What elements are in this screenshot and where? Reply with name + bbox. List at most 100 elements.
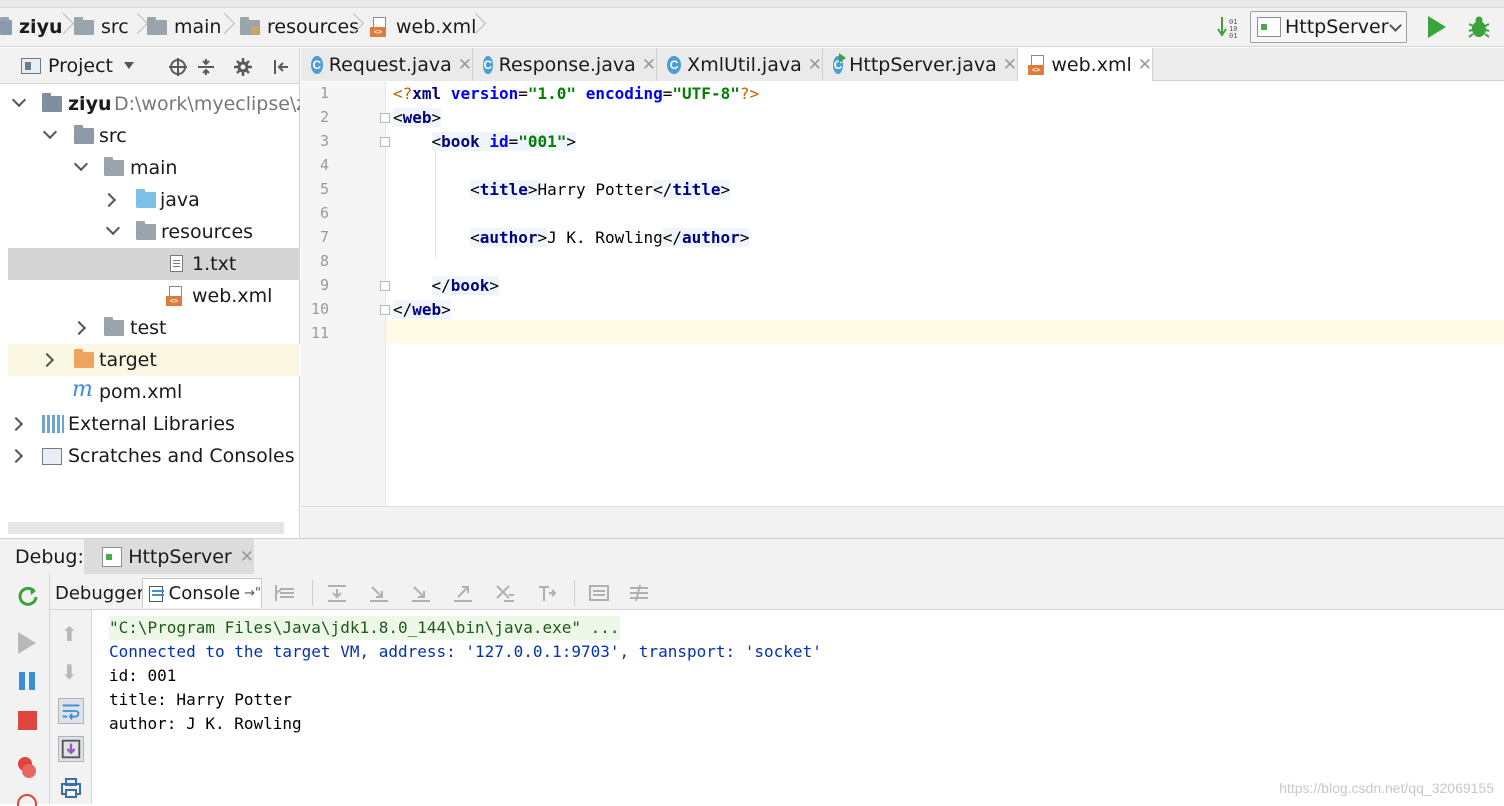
run-to-cursor-icon[interactable] <box>536 583 558 603</box>
tree-item-label: main <box>130 157 178 179</box>
chevron-down-icon[interactable] <box>105 220 121 236</box>
tree-item-web-xml[interactable]: <> web.xml <box>8 280 300 312</box>
tab-response-java[interactable]: C Response.java ✕ <box>473 48 657 81</box>
line-number: 9 <box>319 276 329 294</box>
close-icon[interactable]: ✕ <box>1138 55 1152 75</box>
chevron-down-icon[interactable] <box>73 156 89 172</box>
debug-session-tab[interactable]: HttpServer ✕ <box>84 539 254 575</box>
collapse-all-icon[interactable] <box>196 57 216 77</box>
breadcrumb-separator <box>56 12 68 42</box>
up-arrow-icon[interactable]: ⬆ <box>61 622 78 646</box>
xml-file-icon: <> <box>1028 54 1045 75</box>
resume-icon[interactable] <box>18 632 36 654</box>
folder-icon <box>104 317 124 336</box>
tree-item-label: pom.xml <box>99 381 183 403</box>
console-icon <box>149 585 164 602</box>
code-editor[interactable]: 1 2 3 4 5 6 7 8 9 10 11 <?xml version="1… <box>301 82 1504 506</box>
locate-icon[interactable] <box>168 57 188 77</box>
pause-icon[interactable] <box>19 672 35 690</box>
java-class-icon: C <box>483 55 493 74</box>
console-output[interactable]: "C:\Program Files\Java\jdk1.8.0_144\bin\… <box>93 611 1504 804</box>
java-class-icon: C <box>311 55 323 74</box>
breadcrumb-item-src[interactable]: src <box>74 14 129 40</box>
close-icon[interactable]: ✕ <box>642 55 656 75</box>
project-view-selector[interactable]: Project <box>48 55 113 77</box>
chevron-right-icon[interactable] <box>8 416 24 432</box>
horizontal-scrollbar[interactable] <box>8 522 284 534</box>
console-line-system: Connected to the target VM, address: '12… <box>109 642 822 661</box>
hide-panel-icon[interactable] <box>272 57 292 77</box>
tree-item-test[interactable]: test <box>8 312 300 344</box>
breadcrumb-item-main[interactable]: main <box>147 14 221 40</box>
tree-item-label: Scratches and Consoles <box>68 445 295 467</box>
tree-item-1-txt[interactable]: 1.txt <box>8 248 300 280</box>
run-config-icon <box>1257 17 1281 37</box>
chevron-down-icon[interactable] <box>42 124 58 140</box>
tree-item-src[interactable]: src <box>8 120 300 152</box>
drop-frame-icon[interactable] <box>494 583 516 603</box>
tree-item-main[interactable]: main <box>8 152 300 184</box>
step-out-icon[interactable] <box>452 583 474 603</box>
rerun-icon[interactable] <box>16 584 40 608</box>
fold-toggle-icon[interactable] <box>380 113 390 123</box>
breadcrumb-separator <box>217 12 229 42</box>
fold-toggle-icon[interactable] <box>380 305 390 315</box>
gear-icon[interactable] <box>233 57 253 77</box>
tab-console[interactable]: Console →" <box>142 578 262 608</box>
view-breakpoints-icon[interactable] <box>14 754 40 780</box>
chevron-right-icon[interactable] <box>101 192 117 208</box>
evaluate-expression-icon[interactable] <box>588 583 610 603</box>
line-number: 5 <box>319 180 329 198</box>
sort-icon[interactable]: 01 10 01 <box>1216 15 1244 39</box>
tree-item-target[interactable]: target <box>8 344 300 376</box>
pin-arrow-icon[interactable]: →" <box>244 586 261 601</box>
breadcrumb-item-web-xml[interactable]: <> web.xml <box>370 14 476 40</box>
trace-current-stream-icon[interactable] <box>628 583 650 603</box>
scroll-to-end-icon[interactable] <box>58 736 84 762</box>
chevron-down-icon[interactable] <box>11 92 27 108</box>
soft-wrap-icon[interactable] <box>58 698 84 724</box>
line-number: 1 <box>319 84 329 102</box>
tree-item-java[interactable]: java <box>8 184 300 216</box>
breadcrumb-separator <box>468 12 480 42</box>
tab-debugger[interactable]: Debugger <box>53 578 146 608</box>
run-configuration-select[interactable]: HttpServer <box>1250 11 1407 43</box>
print-icon[interactable] <box>59 776 83 800</box>
chevron-right-icon[interactable] <box>39 352 55 368</box>
tree-item-label: ziyu <box>68 93 112 115</box>
breadcrumb-item-ziyu[interactable]: ziyu <box>0 14 62 40</box>
step-into-icon[interactable] <box>368 583 390 603</box>
close-icon[interactable]: ✕ <box>1003 55 1017 75</box>
tree-item-pom-xml[interactable]: m pom.xml <box>8 376 300 408</box>
debug-icon[interactable] <box>1466 14 1492 40</box>
breadcrumb-label: src <box>101 16 129 38</box>
close-icon[interactable]: ✕ <box>240 547 254 567</box>
close-icon[interactable]: ✕ <box>458 55 472 75</box>
step-over-icon[interactable] <box>326 583 348 603</box>
editor-horizontal-scrollbar[interactable] <box>301 506 1504 538</box>
watermark: https://blog.csdn.net/qq_32069155 <box>1279 780 1494 796</box>
line-number: 4 <box>319 156 329 174</box>
fold-toggle-icon[interactable] <box>380 137 390 147</box>
chevron-down-icon[interactable] <box>124 62 134 69</box>
show-execution-point-icon[interactable] <box>274 583 296 603</box>
run-icon[interactable] <box>1428 16 1446 38</box>
tab-httpserver-java[interactable]: C HttpServer.java ✕ <box>823 48 1018 81</box>
close-icon[interactable]: ✕ <box>808 55 822 75</box>
down-arrow-icon[interactable]: ⬇ <box>61 660 78 684</box>
tab-label: web.xml <box>1051 53 1132 76</box>
tree-item-external-libraries[interactable]: External Libraries <box>8 408 300 440</box>
tab-xmlutil-java[interactable]: C XmlUtil.java ✕ <box>657 48 823 81</box>
chevron-right-icon[interactable] <box>71 320 87 336</box>
tree-item-ziyu[interactable]: ziyu D:\work\myeclipse\ziy <box>8 88 300 120</box>
tab-label: HttpServer.java <box>849 53 997 76</box>
tab-web-xml[interactable]: <> web.xml ✕ <box>1018 48 1153 81</box>
chevron-right-icon[interactable] <box>8 448 24 464</box>
tab-request-java[interactable]: C Request.java ✕ <box>301 48 473 81</box>
tree-item-scratches-and-consoles[interactable]: Scratches and Consoles <box>8 440 300 472</box>
stop-icon[interactable] <box>18 711 37 730</box>
force-step-into-icon[interactable] <box>410 583 432 603</box>
tree-item-resources[interactable]: resources <box>8 216 300 248</box>
breadcrumb-item-resources[interactable]: resources <box>240 14 359 40</box>
fold-toggle-icon[interactable] <box>380 281 390 291</box>
